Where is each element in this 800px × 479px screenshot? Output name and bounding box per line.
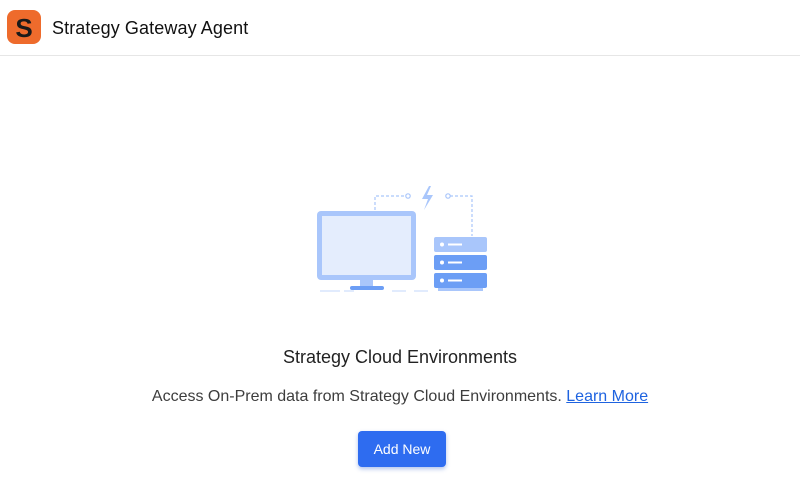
description-line: Access On-Prem data from Strategy Cloud … [0,388,800,406]
app-title: Strategy Gateway Agent [52,18,249,38]
app-header: S Strategy Gateway Agent [0,0,800,56]
add-new-button[interactable]: Add New [358,431,446,467]
learn-more-link[interactable]: Learn More [566,388,648,405]
app-logo-letter: S [15,12,33,43]
page-heading: Strategy Cloud Environments [282,347,518,367]
app-logo: S [7,10,41,44]
description-text: Access On-Prem data from Strategy Cloud … [151,388,562,405]
gateway-illustration-icon [317,186,487,292]
